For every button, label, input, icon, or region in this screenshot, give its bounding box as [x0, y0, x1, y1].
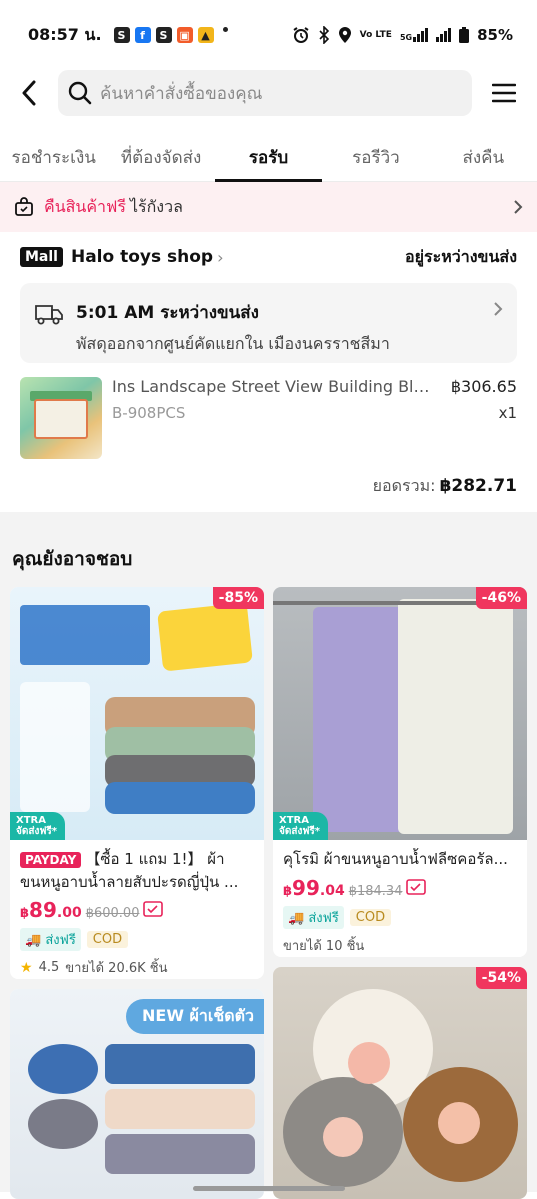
signal-5g-icon: 5G	[400, 28, 429, 42]
free-shipping-badge: 🚚 ส่งฟรี	[283, 906, 344, 929]
product-name: Ins Landscape Street View Building Block…	[112, 377, 437, 396]
app-yellow-icon: ▲	[197, 27, 214, 43]
chevron-right-icon: ›	[217, 247, 224, 267]
hamburger-menu-icon	[492, 83, 516, 103]
sold-count: ขายได้ 20.6K ชิ้น	[65, 961, 168, 976]
recommend-title: คุณยังอาจชอบ	[12, 548, 133, 570]
coupon-icon	[143, 901, 164, 917]
chevron-right-icon	[514, 200, 523, 214]
tab-returns[interactable]: ส่งคืน	[430, 130, 537, 181]
order-total-value: ฿282.71	[439, 476, 517, 496]
order-total-label: ยอดรวม:	[372, 476, 436, 495]
product-thumbnail	[20, 377, 102, 459]
tracking-detail: พัสดุออกจากศูนย์คัดแยกใน เมืองนครราชสีมา	[76, 334, 390, 353]
tab-to-pay[interactable]: รอชำระเงิน	[0, 130, 107, 181]
tracking-title: 5:01 AM ระหว่างขนส่ง	[76, 303, 259, 323]
home-indicator[interactable]	[193, 1186, 345, 1191]
notification-icons: S f S ▣ ▲	[113, 27, 228, 43]
original-price: ฿600.00	[85, 906, 140, 921]
promo-text: ไร้กังวล	[129, 196, 183, 216]
product-price: ฿ 99.04 ฿184.34	[283, 876, 517, 900]
tab-to-ship[interactable]: ที่ต้องจัดส่ง	[107, 130, 214, 181]
tab-to-receive[interactable]: รอรับ	[214, 130, 323, 182]
product-card[interactable]: -85% XTRA จัดส่งฟรี* PAYDAY 【ซื้อ 1 แถม 1!…	[10, 587, 264, 979]
cod-badge: COD	[349, 909, 392, 926]
product-card[interactable]: NEW ผ้าเช็ดตัว	[10, 989, 264, 1199]
product-title: คุโรมิ ผ้าขนหนูอาบน้ำฟลีซคอรัล...	[283, 850, 508, 868]
original-price: ฿184.34	[348, 884, 403, 899]
product-title: PAYDAY 【ซื้อ 1 แถม 1!】 ผ้าขนหนูอาบน้ำลายส…	[20, 850, 239, 891]
mall-badge: Mall	[20, 247, 63, 267]
back-arrow-icon	[22, 80, 36, 106]
chevron-right-icon	[494, 302, 503, 316]
battery-icon	[459, 27, 470, 43]
promo-highlight: คืนสินค้าฟรี	[44, 196, 126, 216]
search-placeholder: ค้นหาคำสั่งซื้อของคุณ	[100, 83, 263, 104]
app-orange-icon: ▣	[176, 27, 193, 43]
product-price: ฿ 89.00 ฿600.00	[20, 898, 254, 922]
product-price: ฿306.65	[450, 377, 517, 396]
facebook-icon: f	[134, 27, 151, 43]
delivery-truck-icon	[35, 305, 63, 325]
status-time: 08:57 น.	[28, 24, 102, 44]
status-bar: 08:57 น. S f S ▣ ▲ Vo LTE 5G 85%	[0, 0, 537, 70]
menu-button[interactable]	[472, 68, 536, 118]
product-variant: B-908PCS	[112, 404, 186, 422]
discount-badge: -54%	[475, 967, 527, 989]
tracking-card[interactable]: 5:01 AM ระหว่างขนส่ง พัสดุออกจากศูนย์คัด…	[20, 283, 517, 363]
shop-row: Mall Halo toys shop › อยู่ระหว่างขนส่ง	[20, 242, 517, 272]
product-card[interactable]: -54%	[273, 967, 527, 1199]
order-status-label: อยู่ระหว่างขนส่ง	[405, 246, 517, 266]
cod-badge: COD	[86, 931, 129, 948]
return-bag-icon	[15, 197, 33, 216]
app-s-icon: S	[113, 27, 130, 43]
order-status-tabs: รอชำระเงิน ที่ต้องจัดส่ง รอรับ รอรีวิว ส…	[0, 130, 537, 182]
product-image: -46% XTRA จัดส่งฟรี*	[273, 587, 527, 840]
discount-badge: -85%	[212, 587, 264, 609]
battery-level: 85%	[477, 26, 513, 44]
payday-tag: PAYDAY	[20, 852, 82, 868]
xtra-badge: XTRA จัดส่งฟรี*	[10, 812, 66, 840]
alarm-icon	[293, 27, 309, 43]
new-badge: NEW ผ้าเช็ดตัว	[126, 999, 264, 1034]
app-s2-icon: S	[155, 27, 172, 43]
order-product-row[interactable]: Ins Landscape Street View Building Block…	[20, 377, 517, 459]
more-notifications-icon	[222, 27, 228, 32]
signal-icon	[436, 28, 452, 42]
discount-badge: -46%	[475, 587, 527, 609]
bluetooth-icon	[319, 26, 329, 44]
shop-name-link[interactable]: Halo toys shop	[71, 247, 213, 267]
coupon-icon	[406, 879, 427, 895]
back-button[interactable]	[0, 68, 58, 118]
location-icon	[338, 27, 351, 43]
product-image: -54%	[273, 967, 527, 1199]
free-return-banner[interactable]: คืนสินค้าฟรี ไร้กังวล	[0, 182, 537, 232]
xtra-badge: XTRA จัดส่งฟรี*	[273, 812, 329, 840]
product-quantity: x1	[498, 404, 517, 422]
tab-to-review[interactable]: รอรีวิว	[322, 130, 429, 181]
order-search-input[interactable]: ค้นหาคำสั่งซื้อของคุณ	[58, 70, 472, 116]
top-header: ค้นหาคำสั่งซื้อของคุณ	[0, 68, 537, 118]
product-image: -85% XTRA จัดส่งฟรี*	[10, 587, 264, 840]
order-total: ยอดรวม: ฿282.71	[373, 474, 517, 499]
search-icon	[68, 81, 92, 105]
volte-indicator: Vo LTE	[359, 29, 392, 40]
rating: 4.5	[38, 960, 60, 975]
product-card[interactable]: -46% XTRA จัดส่งฟรี* คุโรมิ ผ้าขนหนูอาบน้…	[273, 587, 527, 957]
free-shipping-badge: 🚚 ส่งฟรี	[20, 928, 81, 951]
sold-count: ขายได้ 10 ชิ้น	[283, 939, 365, 954]
star-icon: ★	[20, 959, 33, 976]
product-image: NEW ผ้าเช็ดตัว	[10, 989, 264, 1199]
